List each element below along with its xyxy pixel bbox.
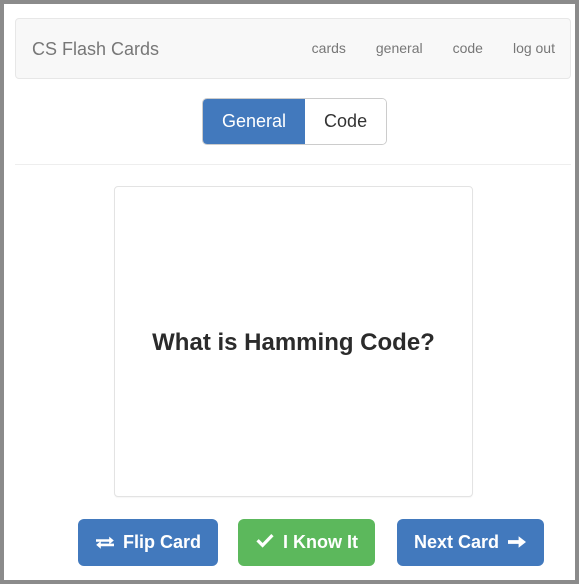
next-card-button[interactable]: Next Card [397,518,545,566]
i-know-it-button[interactable]: I Know It [238,518,376,566]
flash-card-question: What is Hamming Code? [152,329,435,356]
nav-link-general[interactable]: general [361,19,438,78]
card-actions: Flip Card I Know It Next Card [78,518,545,566]
tab-code[interactable]: Code [305,99,387,144]
exchange-icon [95,533,115,551]
i-know-it-label: I Know It [283,532,359,552]
check-icon [255,533,275,551]
tab-general[interactable]: General [203,99,306,144]
flip-card-button[interactable]: Flip Card [78,518,219,566]
flash-card[interactable]: What is Hamming Code? [114,186,473,497]
browser-frame: CS Flash Cards cards general code log ou… [0,0,579,584]
nav-link-cards[interactable]: cards [297,19,361,78]
navbar-brand[interactable]: CS Flash Cards [32,39,159,60]
navbar-links: cards general code log out [297,19,570,78]
flip-card-label: Flip Card [123,532,202,552]
next-card-label: Next Card [414,532,500,552]
page-body: CS Flash Cards cards general code log ou… [4,4,575,580]
nav-link-code[interactable]: code [438,19,498,78]
section-divider [15,164,571,165]
deck-tab-group: General Code [203,99,387,144]
arrow-right-icon [507,533,527,551]
navbar: CS Flash Cards cards general code log ou… [15,18,571,79]
nav-link-log-out[interactable]: log out [498,19,570,78]
